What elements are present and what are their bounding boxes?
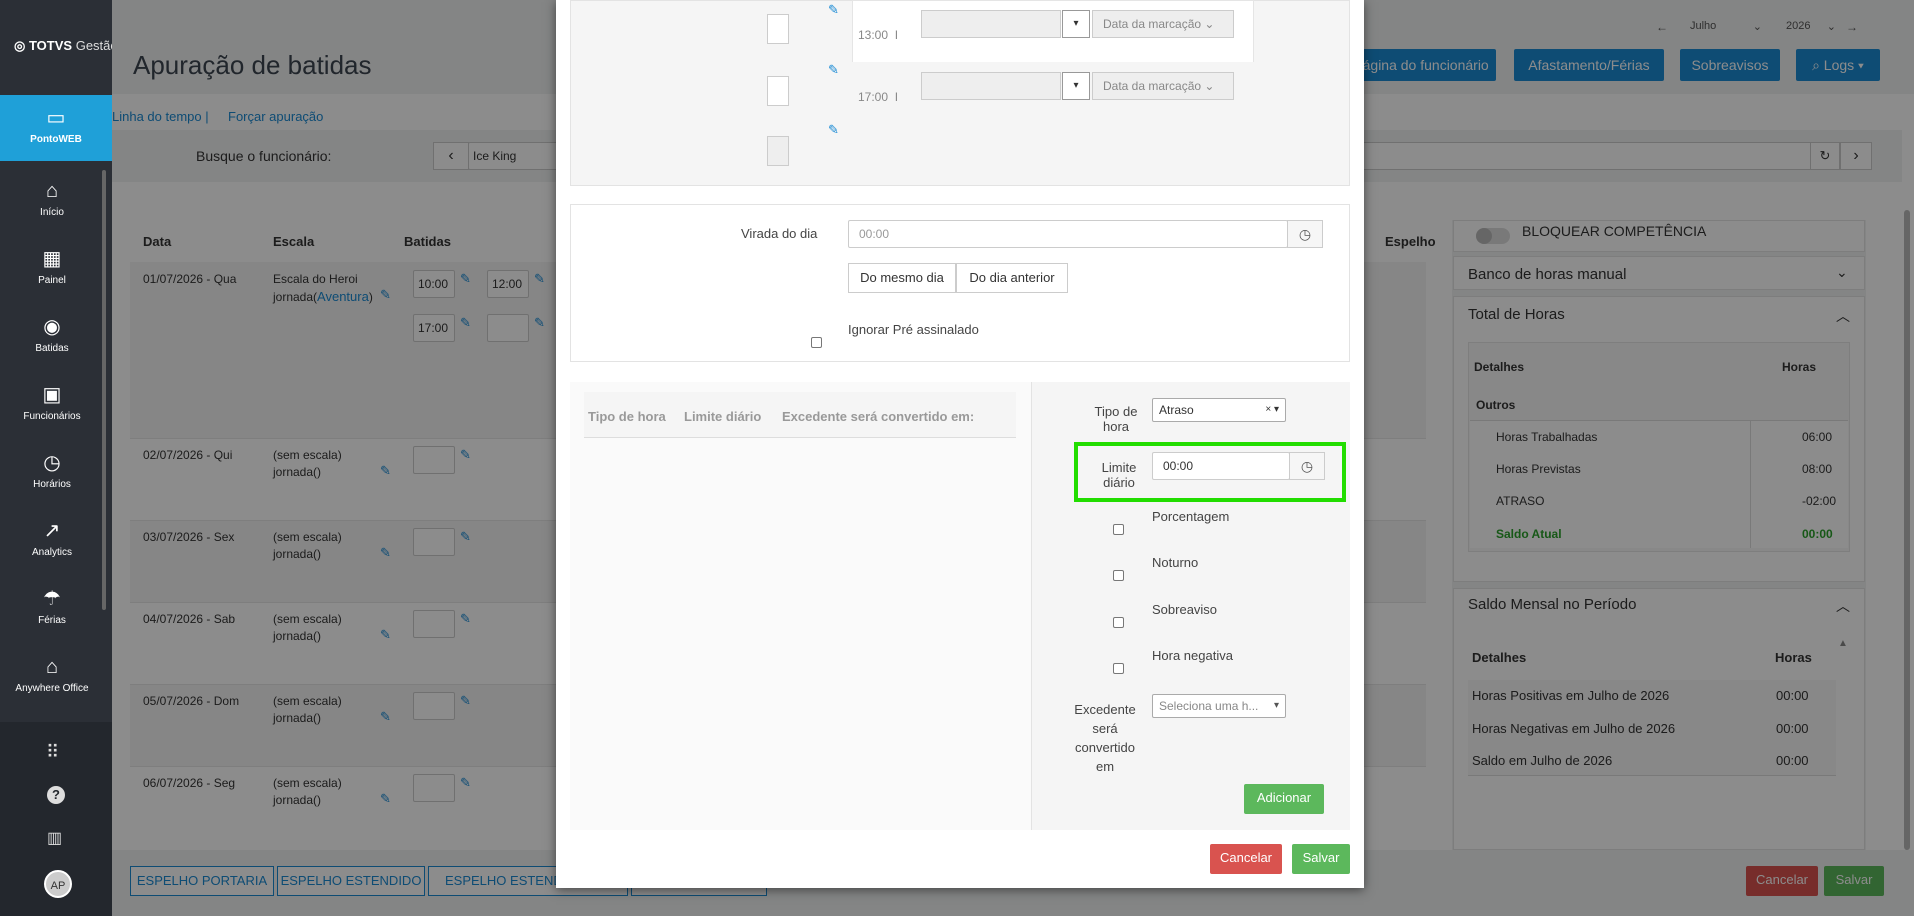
avatar[interactable]: AP [44,870,72,898]
caret-down-icon: ▾ [1273,700,1279,711]
edit-punch-icon[interactable]: ✎ [828,62,839,78]
night-label: Noturno [1152,555,1199,570]
sidebar-item-batidas[interactable]: ◉ Batidas [0,316,104,354]
sidebar-item-anywhere-office[interactable]: ⌂ Anywhere Office [0,656,104,694]
sidebar-item-horarios[interactable]: ◷ Horários [0,452,104,490]
negative-hour-label: Hora negativa [1152,648,1233,663]
date-select[interactable]: Data da marcação ⌄ [1092,72,1234,100]
hour-type-select[interactable]: Atraso × ▾ [1152,398,1286,422]
type-label: Tipo de hora [1094,404,1138,434]
limit-label: Limite diário [1101,460,1137,490]
excess-select[interactable]: Seleciona uma h... ▾ [1152,694,1286,718]
punch-type-select[interactable] [921,72,1061,100]
day-turn-label: Virada do dia [741,226,818,241]
ignore-pre-checkbox[interactable] [811,337,822,348]
badge-icon: ▣ [42,384,62,406]
excess-label: Excedente será convertido em [1074,702,1136,774]
home-icon: ⌂ [45,180,59,202]
clock-icon: ◷ [43,452,61,474]
grid-header-excess: Excedente será convertido em: [782,409,975,424]
totvs-logo: ◎ TOTVS Gestão [14,38,118,53]
previous-day-button[interactable]: Do dia anterior [956,263,1068,293]
punch-time: 17:00 I [858,90,899,104]
sidebar-item-analytics[interactable]: ↗ Analytics [0,520,104,558]
caret-down-icon[interactable]: ▾ [1062,72,1090,100]
percentage-checkbox[interactable] [1113,524,1124,535]
help-icon[interactable]: ? [47,786,65,804]
daily-limit-input[interactable]: 00:00 [1152,452,1290,480]
punch-checkbox[interactable] [767,76,789,106]
percentage-label: Porcentagem [1152,509,1230,524]
sidebar-item-funcionarios[interactable]: ▣ Funcionários [0,384,104,422]
add-button[interactable]: Adicionar [1244,784,1324,814]
punch-time: 13:00 I [858,28,899,42]
sidebar-item-pontoweb[interactable]: ▭ PontoWEB [0,95,112,161]
fingerprint-icon: ◉ [43,316,61,338]
sidebar: ◎ TOTVS Gestão ▭ PontoWEB ⌂ Início ▦ Painel… [0,0,118,916]
sidebar-scrollbar[interactable] [102,170,106,610]
grid-header-limit: Limite diário [684,409,762,424]
caret-down-icon[interactable]: ▾ [1062,10,1090,38]
edit-punch-icon[interactable]: ✎ [828,122,839,138]
clock-icon[interactable]: ◷ [1289,452,1325,480]
clear-icon[interactable]: × ▾ [1265,399,1279,421]
ignore-pre-label: Ignorar Pré assinalado [848,322,979,337]
oncall-label: Sobreaviso [1152,602,1218,617]
house-icon: ⌂ [45,656,59,678]
punch-type-select[interactable] [921,10,1061,38]
punch-checkbox[interactable] [767,14,789,44]
sidebar-item-painel[interactable]: ▦ Painel [0,248,104,286]
dashboard-icon: ▦ [42,248,62,270]
night-checkbox[interactable] [1113,570,1124,581]
sidebar-item-ferias[interactable]: ☂ Férias [0,588,104,626]
modal-save-button[interactable]: Salvar [1292,844,1350,874]
negative-hour-checkbox[interactable] [1113,663,1124,674]
sidebar-item-inicio[interactable]: ⌂ Início [0,180,104,218]
monitor-icon: ▭ [46,107,66,129]
oncall-checkbox[interactable] [1113,617,1124,628]
umbrella-icon: ☂ [43,588,61,610]
clock-icon[interactable]: ◷ [1287,220,1323,248]
hour-types-grid [570,382,1032,830]
same-day-button[interactable]: Do mesmo dia [848,263,956,293]
building-icon[interactable]: ▥ [47,828,62,848]
modal-cancel-button[interactable]: Cancelar [1210,844,1282,874]
edit-punch-icon[interactable]: ✎ [828,2,839,18]
grid-header-type: Tipo de hora [588,409,666,424]
trend-icon: ↗ [43,520,61,542]
edit-day-modal: ✎ ✎ ✎ 13:00 I 17:00 I ▾ Data da marcação… [556,0,1364,888]
punch-checkbox[interactable] [767,136,789,166]
day-turn-input[interactable]: 00:00 [848,220,1288,248]
apps-grid-icon[interactable]: ⠿ [46,742,59,763]
date-select[interactable]: Data da marcação ⌄ [1092,10,1234,38]
